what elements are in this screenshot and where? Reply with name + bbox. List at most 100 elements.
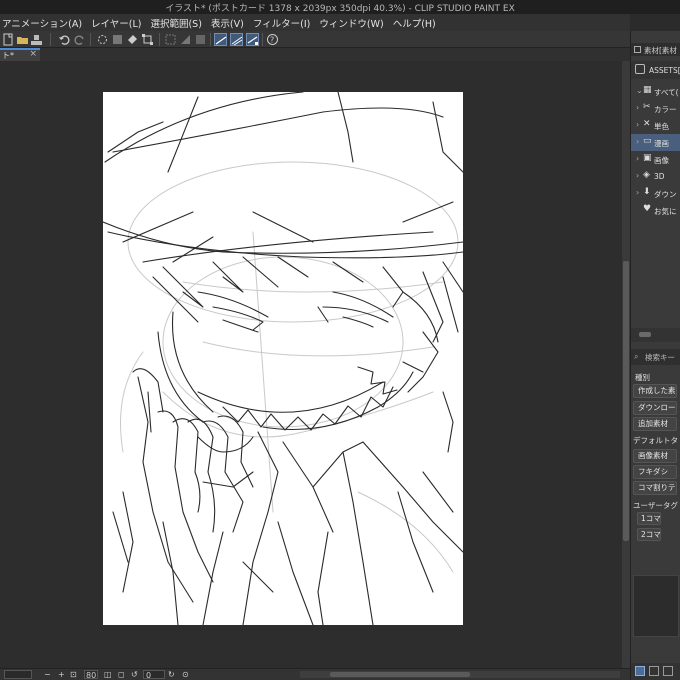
fit-view-icon[interactable]: ⊡ [70, 670, 77, 679]
reset-rotation-icon[interactable]: ⊙ [182, 670, 189, 679]
svg-text:?: ? [270, 36, 274, 45]
zoom-field[interactable] [4, 670, 32, 679]
drawing-canvas[interactable] [103, 92, 463, 625]
menu-selection[interactable]: 選択範囲(S) [150, 16, 208, 30]
undo-icon[interactable] [58, 33, 71, 46]
zoom-in-icon[interactable]: + [58, 670, 65, 679]
zoom-out-icon[interactable]: − [44, 670, 51, 679]
material-panel-title: 素材[素材 [644, 46, 677, 55]
tree-item-label: すべて( [654, 88, 679, 97]
snap-ruler-icon[interactable] [214, 33, 227, 46]
tree-item-color[interactable]: › ✂ カラー [631, 100, 680, 117]
splitter-handle[interactable] [639, 332, 651, 337]
menu-filter[interactable]: フィルター(I) [253, 16, 318, 30]
tree-item-all[interactable]: ⌄ ▦ すべて( [631, 83, 680, 100]
manga-icon: ▭ [643, 136, 652, 146]
3d-icon: ◈ [643, 170, 650, 180]
download-icon: ⬇ [643, 187, 651, 197]
sketch-drawing [103, 92, 463, 625]
tag-balloon[interactable]: フキダシ [633, 465, 677, 479]
zoom-value[interactable]: 80 [84, 670, 98, 680]
rotate-left-icon[interactable]: ↺ [131, 670, 138, 679]
tree-item-manga[interactable]: › ▭ 漫画 [631, 134, 680, 151]
horizontal-scroll-thumb[interactable] [330, 672, 470, 677]
redo-icon[interactable] [73, 33, 86, 46]
view-toggle-bar [631, 663, 680, 680]
canvas-area[interactable] [0, 61, 622, 668]
tree-item-label: 単色 [654, 122, 669, 131]
rotate-right-icon[interactable]: ↻ [168, 670, 175, 679]
grid-view-icon[interactable] [649, 666, 659, 676]
assets-header[interactable]: ASSETS[ご [631, 61, 680, 79]
kind-download-button[interactable]: ダウンロード [633, 401, 677, 415]
menu-view[interactable]: 表示(V) [211, 16, 251, 30]
material-panel: 素材[素材 ASSETS[ご ⌄ ▦ すべて( › ✂ カラー › ✕ 単色 ›… [630, 31, 680, 680]
deselect-icon[interactable] [164, 33, 177, 46]
expand-arrow-icon[interactable]: › [636, 137, 639, 146]
command-bar: ? [0, 31, 630, 48]
tag-2koma[interactable]: 2コマ [637, 528, 661, 541]
save-icon[interactable] [30, 33, 43, 46]
snap-grid-icon[interactable] [246, 33, 259, 46]
user-tags-label: ユーザータグ [633, 501, 678, 510]
new-file-icon[interactable] [2, 33, 15, 46]
expand-arrow-icon[interactable]: › [636, 103, 639, 112]
crop-icon[interactable] [194, 33, 207, 46]
list-view-icon[interactable] [635, 666, 645, 676]
window-title: イラスト* (ポストカード 1378 x 2039px 350dpi 40.3%… [165, 4, 515, 14]
vertical-scroll-thumb[interactable] [623, 261, 629, 541]
actual-size-icon[interactable]: ◻ [118, 670, 125, 679]
menu-layer[interactable]: レイヤー(L) [91, 16, 148, 30]
tag-image-material[interactable]: 画像素材 [633, 449, 677, 463]
tree-item-label: 画像 [654, 156, 669, 165]
clear-outside-icon[interactable] [111, 33, 124, 46]
assets-icon [635, 64, 645, 74]
heart-icon: ♥ [643, 204, 652, 214]
tree-item-label: ダウン [654, 190, 677, 199]
material-tree: ⌄ ▦ すべて( › ✂ カラー › ✕ 単色 › ▭ 漫画 › ▣ 画像 › … [631, 83, 680, 219]
menu-help[interactable]: ヘルプ(H) [393, 16, 443, 30]
menu-window[interactable]: ウィンドウ(W) [319, 16, 390, 30]
open-file-icon[interactable] [16, 33, 29, 46]
tree-item-3d[interactable]: › ◈ 3D [631, 168, 680, 185]
vertical-scrollbar[interactable] [622, 61, 630, 668]
fill-icon[interactable] [126, 33, 139, 46]
kind-label: 種別 [635, 373, 650, 382]
expand-arrow-icon[interactable]: ⌄ [636, 86, 643, 95]
large-view-icon[interactable] [663, 666, 673, 676]
tree-item-monochrome[interactable]: › ✕ 単色 [631, 117, 680, 134]
transform-icon[interactable] [141, 33, 154, 46]
monochrome-icon: ✕ [643, 119, 651, 129]
kind-created-button[interactable]: 作成した素 [633, 384, 677, 398]
snap-special-ruler-icon[interactable] [230, 33, 243, 46]
expand-arrow-icon[interactable]: › [636, 154, 639, 163]
search-field[interactable]: ⌕ 検索キー [631, 349, 680, 365]
invert-selection-icon[interactable] [179, 33, 192, 46]
rotation-value[interactable]: 0 [143, 670, 165, 680]
kind-added-button[interactable]: 追加素材 [633, 417, 677, 431]
tree-item-image[interactable]: › ▣ 画像 [631, 151, 680, 168]
expand-arrow-icon[interactable]: › [636, 188, 639, 197]
tree-item-favorites[interactable]: ♥ お気に [631, 202, 680, 219]
image-icon: ▣ [643, 153, 652, 163]
clear-icon[interactable] [96, 33, 109, 46]
title-bar: イラスト* (ポストカード 1378 x 2039px 350dpi 40.3%… [0, 0, 680, 14]
horizontal-scrollbar[interactable] [300, 671, 620, 678]
document-tab-label: ト* [2, 51, 14, 60]
panel-splitter[interactable] [631, 328, 680, 342]
tag-1koma[interactable]: 1コマ [637, 512, 661, 525]
expand-arrow-icon[interactable]: › [636, 120, 639, 129]
expand-arrow-icon[interactable]: › [636, 171, 639, 180]
navigator-status-bar: − + ⊡ 80 ◫ ◻ ↺ 0 ↻ ⊙ [0, 668, 630, 680]
document-tab-bar: ト* × [0, 48, 630, 61]
search-placeholder: 検索キー [645, 353, 675, 362]
menu-animation[interactable]: アニメーション(A) [2, 16, 89, 30]
document-tab[interactable]: ト* × [0, 48, 40, 61]
tree-item-download[interactable]: › ⬇ ダウン [631, 185, 680, 202]
material-preview-area[interactable] [633, 575, 679, 637]
material-panel-header[interactable]: 素材[素材 [631, 43, 680, 56]
close-tab-icon[interactable]: × [29, 49, 37, 59]
fit-screen-icon[interactable]: ◫ [104, 670, 112, 679]
tag-frame-template[interactable]: コマ割りテン [633, 481, 677, 495]
help-icon[interactable]: ? [266, 33, 279, 46]
